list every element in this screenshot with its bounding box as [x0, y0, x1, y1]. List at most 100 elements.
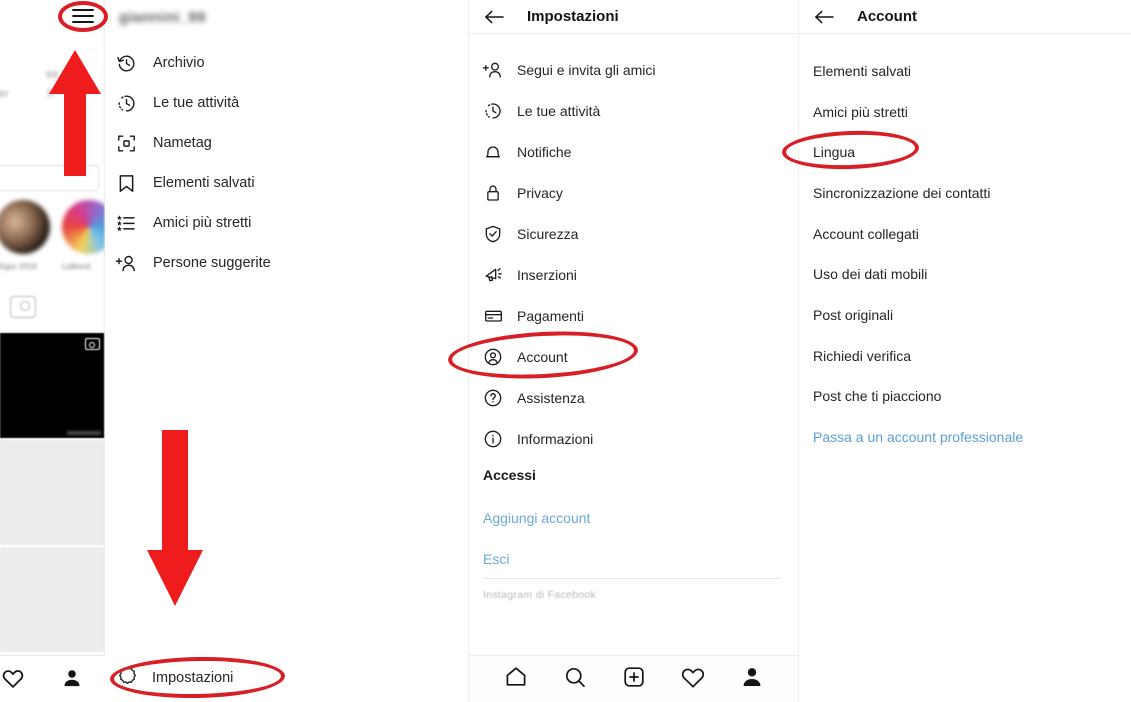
lock-icon: [481, 181, 505, 205]
mid-item-sicurezza[interactable]: Sicurezza: [481, 216, 791, 252]
link-passa-account-professionale[interactable]: Passa a un account professionale: [813, 429, 1023, 445]
drawer-username: giannini_99: [119, 9, 206, 26]
mid-item-assistenza[interactable]: Assistenza: [481, 380, 791, 416]
profile-filled-icon[interactable]: [61, 667, 83, 694]
drawer-item-label: Le tue attività: [153, 95, 240, 111]
credit-card-icon: [481, 304, 505, 328]
right-item-post-piaciuti[interactable]: Post che ti piacciono: [813, 388, 941, 404]
profile-side-drawer: giannini_99 Archivio Le tue attività Nam…: [105, 0, 468, 702]
drawer-settings[interactable]: Impostazioni: [117, 655, 317, 700]
drawer-item-elementi-salvati[interactable]: Elementi salvati: [113, 163, 453, 203]
story-highlight-avatar-1[interactable]: [0, 200, 50, 254]
home-icon[interactable]: [504, 665, 528, 694]
profile-filled-icon[interactable]: [740, 665, 764, 694]
mid-item-label: Le tue attività: [517, 103, 601, 119]
settings-header: Impostazioni: [469, 0, 798, 34]
add-person-icon: [481, 58, 505, 82]
account-header: Account: [799, 0, 1131, 34]
mid-item-label: Informazioni: [517, 431, 594, 447]
back-arrow-icon[interactable]: [483, 8, 505, 26]
right-item-amici-piu-stretti[interactable]: Amici più stretti: [813, 104, 908, 120]
account-circle-icon: [481, 345, 505, 369]
mid-item-label: Notifiche: [517, 144, 572, 160]
right-item-elementi-salvati[interactable]: Elementi salvati: [813, 63, 911, 79]
grid-post-thumbnail-dark[interactable]: [0, 333, 105, 438]
drawer-item-le-tue-attivita[interactable]: Le tue attività: [113, 83, 453, 123]
drawer-item-label: Persone suggerite: [153, 255, 271, 271]
mid-item-segui-e-invita[interactable]: Segui e invita gli amici: [481, 52, 791, 88]
question-circle-icon: [481, 386, 505, 410]
mid-item-pagamenti[interactable]: Pagamenti: [481, 298, 791, 334]
drawer-item-label: Amici più stretti: [153, 215, 252, 231]
info-circle-icon: [481, 427, 505, 451]
mid-item-label: Inserzioni: [517, 267, 577, 283]
mid-item-label: Sicurezza: [517, 226, 579, 242]
bottom-navigation: [469, 655, 799, 702]
profile-backdrop: er 99 5 Sigur 2018 Lidikock: [0, 0, 116, 702]
gear-icon: [117, 665, 138, 691]
mid-item-label: Account: [517, 349, 568, 365]
footnote-instagram-from-facebook: Instagram di Facebook: [483, 589, 597, 601]
drawer-item-nametag[interactable]: Nametag: [113, 123, 453, 163]
mid-item-notifiche[interactable]: Notifiche: [481, 134, 791, 170]
backdrop-blur-text-2: 99: [46, 70, 59, 81]
right-item-uso-dati-mobili[interactable]: Uso dei dati mobili: [813, 266, 927, 282]
link-aggiungi-account[interactable]: Aggiungi account: [483, 510, 590, 526]
mid-item-label: Privacy: [517, 185, 563, 201]
story-highlight-label-1: Sigur 2018: [0, 262, 37, 271]
story-highlight-label-2: Lidikock: [62, 262, 91, 271]
back-arrow-icon[interactable]: [813, 8, 835, 26]
hamburger-icon: [72, 9, 94, 23]
mid-item-le-tue-attivita[interactable]: Le tue attività: [481, 93, 791, 129]
right-item-sincronizzazione[interactable]: Sincronizzazione dei contatti: [813, 185, 990, 201]
grid-post-thumbnail-gray-2[interactable]: [0, 547, 104, 652]
mid-item-inserzioni[interactable]: Inserzioni: [481, 257, 791, 293]
activity-clock-icon: [481, 99, 505, 123]
close-friends-list-icon: [113, 210, 139, 236]
megaphone-icon: [481, 263, 505, 287]
divider: [483, 578, 781, 579]
grid-post-thumbnail-gray-1[interactable]: [0, 440, 104, 545]
shield-check-icon: [481, 222, 505, 246]
screenshot-root: er 99 5 Sigur 2018 Lidikock giannini_99 …: [0, 0, 1131, 702]
mid-item-label: Assistenza: [517, 390, 585, 406]
hamburger-menu-button[interactable]: [70, 6, 96, 26]
activity-clock-icon: [113, 90, 139, 116]
right-item-account-collegati[interactable]: Account collegati: [813, 226, 919, 242]
right-item-post-originali[interactable]: Post originali: [813, 307, 893, 323]
page-title: Impostazioni: [527, 8, 619, 25]
mid-item-label: Segui e invita gli amici: [517, 62, 656, 78]
drawer-item-amici-piu-stretti[interactable]: Amici più stretti: [113, 203, 453, 243]
mid-item-account[interactable]: Account: [481, 339, 791, 375]
right-item-richiedi-verifica[interactable]: Richiedi verifica: [813, 348, 911, 364]
mid-item-informazioni[interactable]: Informazioni: [481, 421, 791, 457]
add-person-icon: [113, 250, 139, 276]
post-watermark: [67, 431, 101, 435]
bookmark-icon: [113, 170, 139, 196]
tagged-photos-icon[interactable]: [10, 296, 36, 318]
search-icon[interactable]: [563, 665, 587, 694]
right-item-lingua[interactable]: Lingua: [813, 144, 855, 160]
drawer-settings-label: Impostazioni: [152, 669, 234, 686]
section-header-accessi: Accessi: [483, 467, 536, 483]
add-square-icon[interactable]: [622, 665, 646, 694]
heart-icon[interactable]: [2, 667, 24, 694]
drawer-item-label: Archivio: [153, 55, 205, 71]
backdrop-blur-text-1: er: [0, 88, 9, 100]
nametag-icon: [113, 130, 139, 156]
drawer-item-persone-suggerite[interactable]: Persone suggerite: [113, 243, 453, 283]
bell-icon: [481, 140, 505, 164]
settings-panel: Impostazioni Segui e invita gli amici Le…: [468, 0, 799, 702]
drawer-item-label: Elementi salvati: [153, 175, 255, 191]
heart-icon[interactable]: [681, 665, 705, 694]
profile-search-bar[interactable]: [0, 165, 99, 191]
backdrop-blur-text-3: 5: [47, 88, 54, 100]
account-panel: Account Elementi salvati Amici più stret…: [798, 0, 1131, 702]
carousel-icon: [85, 338, 100, 350]
drawer-item-archivio[interactable]: Archivio: [113, 43, 453, 83]
mid-item-label: Pagamenti: [517, 308, 584, 324]
mid-item-privacy[interactable]: Privacy: [481, 175, 791, 211]
page-title: Account: [857, 8, 917, 25]
link-esci[interactable]: Esci: [483, 551, 509, 567]
left-panel-profile-with-drawer: er 99 5 Sigur 2018 Lidikock giannini_99 …: [0, 0, 468, 702]
